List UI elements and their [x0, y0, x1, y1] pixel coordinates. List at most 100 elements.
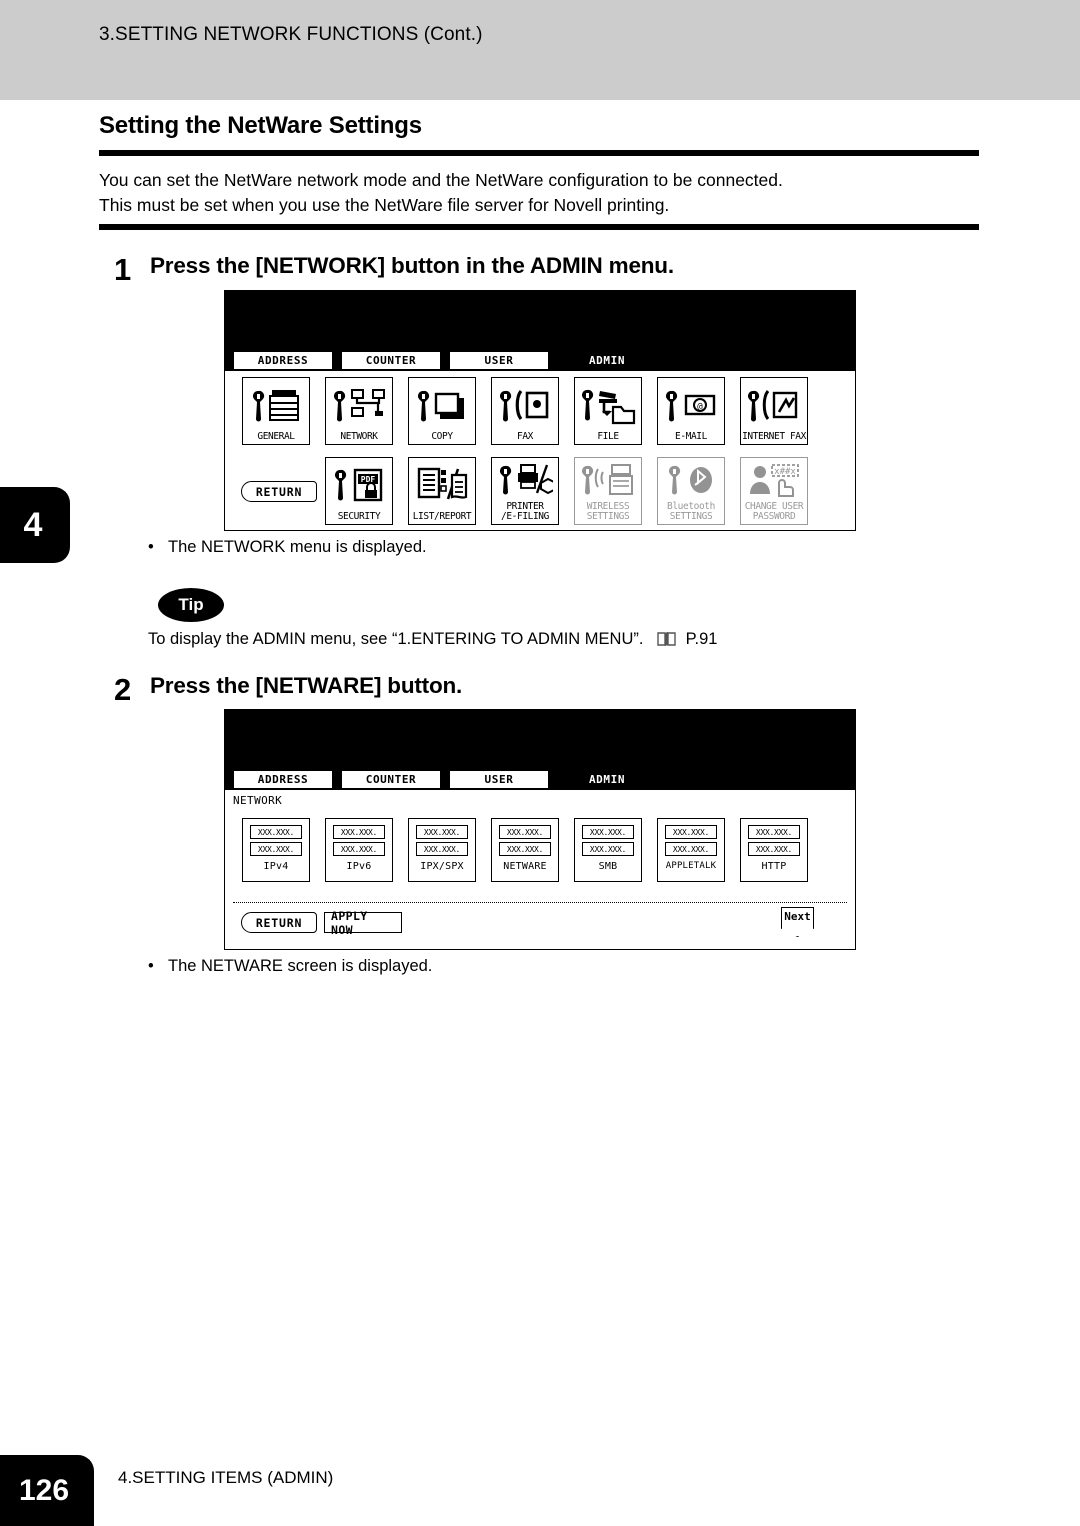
smb-field-line-2: XXX.XXX.: [582, 842, 634, 856]
step-2-note-text: The NETWARE screen is displayed.: [168, 957, 433, 975]
tab-counter[interactable]: COUNTER: [341, 351, 441, 370]
netware-field-line-2: XXX.XXX.: [499, 842, 551, 856]
admin-tile-wireless-settings: WIRELESS SETTINGS: [574, 457, 642, 525]
admin-tile-network-label: NETWORK: [340, 431, 378, 442]
wrench-copier-icon: [243, 378, 309, 432]
admin-tile-bluetooth-settings-label: Bluetooth SETTINGS: [667, 501, 715, 522]
page-number-tab: 126: [0, 1455, 94, 1526]
admin-tile-network[interactable]: NETWORK: [325, 377, 393, 445]
ipv6-field-line-2: XXX.XXX.: [333, 842, 385, 856]
admin-tile-fax[interactable]: FAX: [491, 377, 559, 445]
tip-badge: Tip: [158, 588, 224, 622]
footer-chapter-title: 4.SETTING ITEMS (ADMIN): [118, 1468, 334, 1487]
network-button-appletalk-label: APPLETALK: [665, 861, 717, 871]
lcd2-apply-now-button[interactable]: APPLY NOW: [324, 909, 402, 937]
admin-tile-change-user-password: x##x CHANGE USER PASSWORD: [740, 457, 808, 525]
list-report-icon: [409, 458, 475, 512]
network-button-ipv6-label: IPv6: [346, 861, 372, 872]
network-button-http-label: HTTP: [761, 861, 787, 872]
tab-admin[interactable]: ADMIN: [557, 351, 657, 370]
admin-tile-bluetooth-settings: Bluetooth SETTINGS: [657, 457, 725, 525]
svg-text:x##x: x##x: [774, 467, 796, 477]
wrench-email-icon: @: [658, 378, 724, 432]
step-1-note: • The NETWORK menu is displayed.: [148, 538, 427, 557]
wrench-fax-icon: [492, 378, 558, 432]
http-field-line-1: XXX.XXX.: [748, 825, 800, 839]
admin-tile-printer-efiling-label: PRINTER /E-FILING: [501, 501, 549, 522]
network-button-smb[interactable]: XXX.XXX. XXX.XXX. SMB: [574, 818, 642, 882]
admin-tile-file[interactable]: FILE: [574, 377, 642, 445]
admin-tile-fax-label: FAX: [517, 431, 533, 442]
wrench-internet-fax-icon: [741, 378, 807, 432]
lcd2-next-button[interactable]: Next: [781, 907, 814, 937]
svg-text:@: @: [697, 402, 703, 412]
admin-tile-list-report-label: LIST/REPORT: [412, 511, 472, 522]
ipv6-field-line-1: XXX.XXX.: [333, 825, 385, 839]
ipxspx-field-line-1: XXX.XXX.: [416, 825, 468, 839]
ipxspx-field-line-2: XXX.XXX.: [416, 842, 468, 856]
network-button-ipv4-label: IPv4: [263, 861, 289, 872]
wrench-copy-icon: [409, 378, 475, 432]
tab-user[interactable]: USER: [449, 770, 549, 789]
step-2-title: Press the [NETWARE] button.: [150, 673, 463, 698]
lcd-panel-admin-menu: ADDRESS COUNTER USER ADMIN GENERAL NETWO…: [224, 290, 856, 531]
section-intro-line-2: This must be set when you use the NetWar…: [99, 195, 670, 215]
step-1-number: 1: [114, 252, 132, 287]
tip-text-body: To display the ADMIN menu, see “1.ENTERI…: [148, 630, 644, 648]
running-head-band: [0, 0, 1080, 100]
network-button-netware-label: NETWARE: [503, 861, 547, 872]
admin-tile-printer-efiling[interactable]: PRINTER /E-FILING: [491, 457, 559, 525]
lcd-panel-network-menu: ADDRESS COUNTER USER ADMIN NETWORK XXX.X…: [224, 709, 856, 950]
step-1-title: Press the [NETWORK] button in the ADMIN …: [150, 253, 674, 278]
network-button-netware[interactable]: XXX.XXX. XXX.XXX. NETWARE: [491, 818, 559, 882]
appletalk-field-line-1: XXX.XXX.: [665, 825, 717, 839]
lcd2-separator: [233, 902, 847, 903]
wrench-printer-efiling-icon: [492, 458, 558, 502]
change-user-password-icon: x##x: [741, 458, 807, 502]
http-field-line-2: XXX.XXX.: [748, 842, 800, 856]
tab-counter[interactable]: COUNTER: [341, 770, 441, 789]
admin-tile-copy-label: COPY: [431, 431, 453, 442]
wrench-bluetooth-icon: [658, 458, 724, 502]
chapter-thumb-tab: 4: [0, 487, 70, 563]
lcd1-tab-bar: ADDRESS COUNTER USER ADMIN: [233, 351, 657, 370]
netware-field-line-1: XXX.XXX.: [499, 825, 551, 839]
step-2-note: • The NETWARE screen is displayed.: [148, 957, 432, 976]
admin-tile-wireless-settings-label: WIRELESS SETTINGS: [586, 501, 630, 522]
admin-tile-security[interactable]: PDF SECURITY: [325, 457, 393, 525]
network-button-ipv6[interactable]: XXX.XXX. XXX.XXX. IPv6: [325, 818, 393, 882]
ipv4-field-line-1: XXX.XXX.: [250, 825, 302, 839]
admin-tile-general[interactable]: GENERAL: [242, 377, 310, 445]
lcd1-return-button[interactable]: RETURN: [241, 481, 317, 502]
ipv4-field-line-2: XXX.XXX.: [250, 842, 302, 856]
lcd2-tab-bar: ADDRESS COUNTER USER ADMIN: [233, 770, 657, 789]
network-button-ipx-spx[interactable]: XXX.XXX. XXX.XXX. IPX/SPX: [408, 818, 476, 882]
open-book-icon: [657, 631, 676, 651]
section-intro-line-1: You can set the NetWare network mode and…: [99, 170, 783, 190]
admin-tile-internet-fax[interactable]: INTERNET FAX: [740, 377, 808, 445]
tab-admin[interactable]: ADMIN: [557, 770, 657, 789]
admin-tile-change-user-password-label: CHANGE USER PASSWORD: [744, 501, 804, 522]
tip-page-ref[interactable]: P.91: [686, 630, 718, 648]
network-button-smb-label: SMB: [598, 861, 618, 872]
tab-address[interactable]: ADDRESS: [233, 351, 333, 370]
network-button-appletalk[interactable]: XXX.XXX. XXX.XXX. APPLETALK: [657, 818, 725, 882]
admin-tile-security-label: SECURITY: [337, 511, 381, 522]
tab-user[interactable]: USER: [449, 351, 549, 370]
bullet-dot: •: [148, 538, 154, 556]
admin-tile-email[interactable]: @ E-MAIL: [657, 377, 725, 445]
appletalk-field-line-2: XXX.XXX.: [665, 842, 717, 856]
lcd2-screen-label: NETWORK: [233, 794, 283, 807]
admin-tile-internet-fax-label: INTERNET FAX: [742, 431, 806, 442]
lcd2-return-button[interactable]: RETURN: [241, 912, 317, 933]
wrench-network-icon: [326, 378, 392, 432]
network-button-ipv4[interactable]: XXX.XXX. XXX.XXX. IPv4: [242, 818, 310, 882]
intro-rule: [99, 224, 979, 230]
lcd1-body: GENERAL NETWORK COPY FAX FILE @ E-MAIL I…: [225, 371, 855, 530]
admin-tile-copy[interactable]: COPY: [408, 377, 476, 445]
tab-address[interactable]: ADDRESS: [233, 770, 333, 789]
network-button-ipx-spx-label: IPX/SPX: [420, 861, 464, 872]
page-title: Setting the NetWare Settings: [99, 112, 422, 139]
network-button-http[interactable]: XXX.XXX. XXX.XXX. HTTP: [740, 818, 808, 882]
admin-tile-list-report[interactable]: LIST/REPORT: [408, 457, 476, 525]
